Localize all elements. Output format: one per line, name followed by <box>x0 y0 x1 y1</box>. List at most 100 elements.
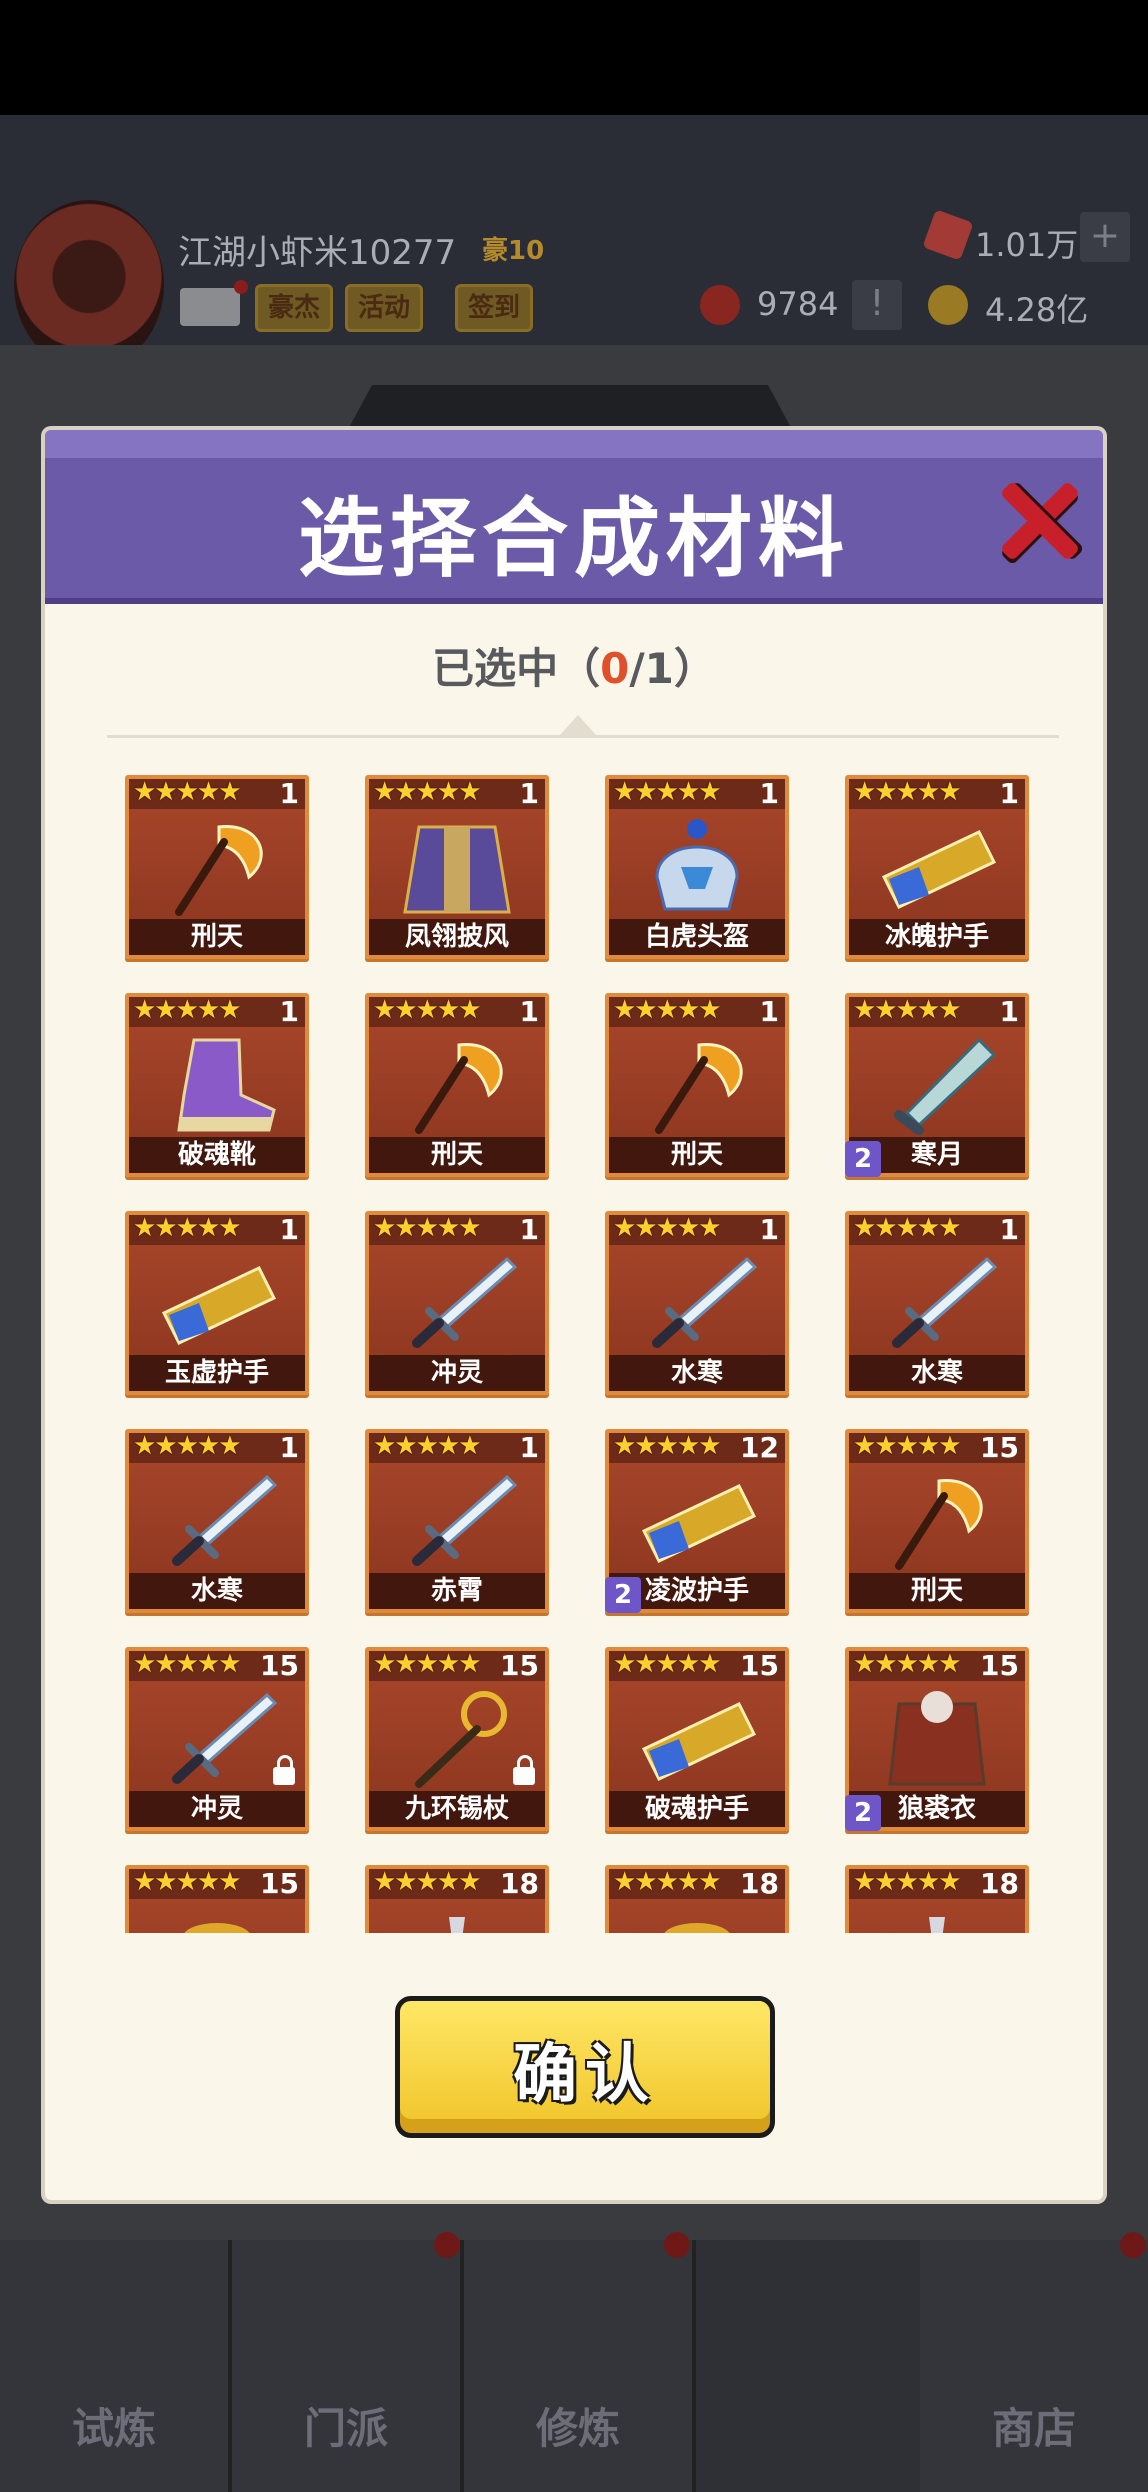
selection-count: 0 <box>600 644 630 693</box>
item-count-badge: 2 <box>605 1577 641 1613</box>
item-grid[interactable]: ★★★★★ 1 刑天 ★★★★★ 1 凤翎披风 ★★★★★ 1 白虎头盔 ★★★★★ 1 冰魄护手 ★★… <box>125 775 1085 1933</box>
star-rating: ★★★★★ <box>133 1431 242 1461</box>
lock-icon <box>273 1755 295 1785</box>
item-level: 15 <box>260 1649 299 1682</box>
nav-label: 试炼 <box>71 2404 156 2453</box>
sword-icon <box>629 1253 765 1353</box>
item-card[interactable]: ★★★★★ 15 冲灵 <box>125 1647 309 1831</box>
axe-icon <box>149 817 285 917</box>
item-card[interactable]: ★★★★★ 1 刑天 <box>365 993 549 1177</box>
checkin-button[interactable]: 签到 <box>455 284 534 332</box>
confirm-label: 确认 <box>513 2038 657 2112</box>
star-rating: ★★★★★ <box>613 777 722 807</box>
star-rating: ★★★★★ <box>373 777 482 807</box>
item-card[interactable]: ★★★★★ 1 冰魄护手 <box>845 775 1029 959</box>
item-level: 1 <box>519 777 539 810</box>
item-card[interactable]: ★★★★★ 18 <box>605 1865 789 1933</box>
item-name: 九环锡杖 <box>404 1794 509 1824</box>
star-rating: ★★★★★ <box>613 1867 722 1897</box>
confirm-button[interactable]: 确认 <box>395 1996 775 2138</box>
item-name: 冰魄护手 <box>884 922 989 952</box>
events-button[interactable]: 活动 <box>345 284 424 332</box>
star-rating: ★★★★★ <box>613 995 722 1025</box>
item-name: 水寒 <box>910 1358 963 1388</box>
heroes-button[interactable]: 豪杰 <box>255 284 334 332</box>
item-card[interactable]: ★★★★★ 1 玉虚护手 <box>125 1211 309 1395</box>
item-card[interactable]: ★★★★★ 1 破魂靴 <box>125 993 309 1177</box>
selection-prefix: 已选中（ <box>432 644 601 693</box>
item-card[interactable]: ★★★★★ 1 水寒 <box>605 1211 789 1395</box>
item-level: 1 <box>279 1213 299 1246</box>
nav-shop[interactable]: 商店 <box>920 2240 1148 2492</box>
nav-trial[interactable]: 试炼 <box>0 2240 232 2492</box>
item-level: 1 <box>759 1213 779 1246</box>
item-card[interactable]: ★★★★★ 1 寒月 2 <box>845 993 1029 1177</box>
item-level: 15 <box>740 1649 779 1682</box>
item-name: 水寒 <box>670 1358 723 1388</box>
weapon-icon <box>869 1907 1005 1933</box>
item-name: 破魂靴 <box>177 1140 256 1170</box>
header-highlight <box>45 430 1103 458</box>
add-gems-button[interactable]: + <box>1080 212 1130 262</box>
item-card[interactable]: ★★★★★ 1 水寒 <box>845 1211 1029 1395</box>
mail-icon[interactable] <box>180 288 240 326</box>
axe-icon <box>869 1471 1005 1571</box>
item-card[interactable]: ★★★★★ 1 水寒 <box>125 1429 309 1613</box>
select-material-dialog: 选择合成材料 已选中（0/1） ★★★★★ 1 刑天 ★★★★★ 1 凤翎披风 ★★★★★ 1… <box>45 430 1103 2200</box>
item-name: 冲灵 <box>190 1794 243 1824</box>
item-card[interactable]: ★★★★★ 1 赤霄 <box>365 1429 549 1613</box>
gauntlet-icon <box>869 817 1005 917</box>
tokens-alert-button[interactable]: ! <box>852 280 902 330</box>
token-icon <box>700 285 740 325</box>
item-card[interactable]: ★★★★★ 15 狼裘衣 2 <box>845 1647 1029 1831</box>
helmet-icon <box>629 817 765 917</box>
star-rating: ★★★★★ <box>373 1649 482 1679</box>
item-level: 1 <box>519 1213 539 1246</box>
item-card[interactable]: ★★★★★ 12 凌波护手 2 <box>605 1429 789 1613</box>
sword-icon <box>389 1471 525 1571</box>
sword-icon <box>149 1471 285 1571</box>
star-rating: ★★★★★ <box>133 995 242 1025</box>
item-card[interactable]: ★★★★★ 1 冲灵 <box>365 1211 549 1395</box>
item-card[interactable]: ★★★★★ 15 九环锡杖 <box>365 1647 549 1831</box>
item-card[interactable]: ★★★★★ 1 刑天 <box>605 993 789 1177</box>
item-level: 1 <box>759 995 779 1028</box>
close-icon[interactable] <box>993 475 1083 565</box>
ring-icon <box>149 1907 285 1933</box>
item-level: 18 <box>740 1867 779 1900</box>
boot-icon <box>149 1035 285 1135</box>
sword-icon <box>869 1253 1005 1353</box>
nav-cultivate[interactable]: 修炼 <box>464 2240 696 2492</box>
selection-status: 已选中（0/1） <box>45 635 1103 696</box>
gauntlet-icon <box>629 1471 765 1571</box>
item-card[interactable]: ★★★★★ 1 刑天 <box>125 775 309 959</box>
item-card[interactable]: ★★★★★ 15 破魂护手 <box>605 1647 789 1831</box>
nav-center[interactable] <box>696 2240 928 2492</box>
item-name: 破魂护手 <box>644 1794 749 1824</box>
nav-sect[interactable]: 门派 <box>232 2240 464 2492</box>
star-rating: ★★★★★ <box>853 1431 962 1461</box>
item-card[interactable]: ★★★★★ 1 凤翎披风 <box>365 775 549 959</box>
item-level: 15 <box>260 1867 299 1900</box>
item-name: 刑天 <box>910 1576 963 1606</box>
gems-value: 1.01万 <box>975 226 1079 264</box>
item-level: 1 <box>999 777 1019 810</box>
item-card[interactable]: ★★★★★ 18 <box>365 1865 549 1933</box>
armor-icon <box>869 1689 1005 1789</box>
star-rating: ★★★★★ <box>373 1431 482 1461</box>
item-card[interactable]: ★★★★★ 1 白虎头盔 <box>605 775 789 959</box>
notification-dot <box>434 2232 460 2258</box>
axe-icon <box>629 1035 765 1135</box>
item-level: 1 <box>999 995 1019 1028</box>
item-card[interactable]: ★★★★★ 15 刑天 <box>845 1429 1029 1613</box>
sword-icon <box>149 1689 285 1789</box>
item-name: 水寒 <box>190 1576 243 1606</box>
item-card[interactable]: ★★★★★ 18 <box>845 1865 1029 1933</box>
item-card[interactable]: ★★★★★ 15 <box>125 1865 309 1933</box>
cape-icon <box>389 817 525 917</box>
star-rating: ★★★★★ <box>133 777 242 807</box>
star-rating: ★★★★★ <box>373 1213 482 1243</box>
item-name: 冲灵 <box>430 1358 483 1388</box>
lock-icon <box>513 1755 535 1785</box>
item-level: 1 <box>279 1431 299 1464</box>
